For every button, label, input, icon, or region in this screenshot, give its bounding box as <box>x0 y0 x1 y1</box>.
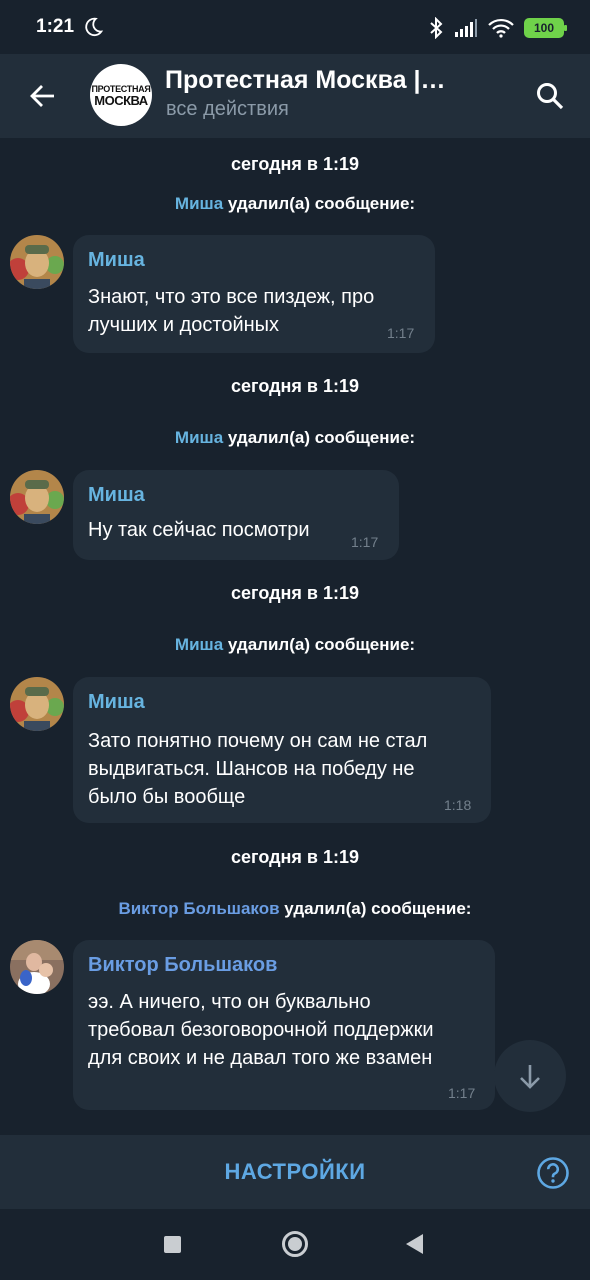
action-text: удалил(а) сообщение: <box>284 899 472 918</box>
avatar[interactable] <box>10 235 64 289</box>
message-text: Знают, что это все пиздеж, про лучших и … <box>88 286 375 336</box>
action-actor[interactable]: Виктор Большаков <box>119 899 280 918</box>
action-text: удалил(а) сообщение: <box>227 635 416 654</box>
admin-log-list[interactable]: сегодня в 1:19 Миша удалил(а) сообщение:… <box>0 138 590 1134</box>
date-label: сегодня в 1:19 <box>231 847 359 867</box>
action-actor[interactable]: Миша <box>175 635 223 654</box>
channel-avatar[interactable]: ПРОТЕСТНАЯ МОСКВА <box>90 64 152 126</box>
system-back-button[interactable] <box>406 1234 423 1254</box>
chat-header: ПРОТЕСТНАЯ МОСКВА Протестная Москва |… в… <box>0 54 590 138</box>
avatar[interactable] <box>10 940 64 994</box>
channel-title[interactable]: Протестная Москва |… <box>165 66 485 95</box>
status-bar: 1:21 100 <box>0 0 590 54</box>
channel-subtitle: все действия <box>166 98 289 120</box>
arrow-left-icon <box>30 85 54 107</box>
message-time: 1:17 <box>448 1085 476 1101</box>
message-text: Зато понятно почему он сам не стал выдви… <box>88 730 428 808</box>
action-text: удалил(а) сообщение: <box>227 428 416 447</box>
action-line: Миша удалил(а) сообщение: <box>0 428 590 448</box>
action-line: Миша удалил(а) сообщение: <box>0 194 590 214</box>
action-line: Виктор Большаков удалил(а) сообщение: <box>0 899 590 919</box>
message-sender[interactable]: Виктор Большаков <box>88 954 277 977</box>
bottom-bar: НАСТРОЙКИ <box>0 1135 590 1209</box>
message-sender[interactable]: Миша <box>88 484 145 507</box>
avatar-logo-line2: МОСКВА <box>94 92 148 108</box>
message-sender[interactable]: Миша <box>88 249 145 272</box>
message-bubble[interactable]: Миша Ну так сейчас посмотри 1:17 <box>73 470 399 560</box>
avatar[interactable] <box>10 677 64 731</box>
help-icon[interactable] <box>536 1156 570 1190</box>
action-line: Миша удалил(а) сообщение: <box>0 635 590 655</box>
message-sender[interactable]: Миша <box>88 691 145 714</box>
back-button[interactable] <box>22 76 62 116</box>
signal-icon <box>455 19 477 37</box>
message-text: ээ. А ничего, что он буквально требовал … <box>88 991 434 1069</box>
system-nav-bar <box>0 1209 590 1280</box>
message-bubble[interactable]: Миша Зато понятно почему он сам не стал … <box>73 677 491 823</box>
avatar[interactable] <box>10 470 64 524</box>
message-time: 1:17 <box>351 534 379 550</box>
status-time: 1:21 <box>36 16 75 37</box>
search-icon <box>537 83 564 110</box>
moon-icon <box>85 17 104 37</box>
search-button[interactable] <box>530 76 570 116</box>
settings-button[interactable]: НАСТРОЙКИ <box>0 1159 590 1185</box>
bluetooth-icon <box>430 17 443 39</box>
date-label: сегодня в 1:19 <box>231 154 359 174</box>
battery-icon: 100 <box>524 18 567 38</box>
arrow-down-icon <box>520 1065 540 1089</box>
action-text: удалил(а) сообщение: <box>227 194 416 213</box>
wifi-icon <box>488 18 514 38</box>
message-bubble[interactable]: Виктор Большаков ээ. А ничего, что он бу… <box>73 940 495 1110</box>
message-bubble[interactable]: Миша Знают, что это все пиздеж, про лучш… <box>73 235 435 353</box>
message-text: Ну так сейчас посмотри <box>88 519 310 541</box>
home-button[interactable] <box>282 1231 308 1257</box>
action-actor[interactable]: Миша <box>175 194 223 213</box>
date-label: сегодня в 1:19 <box>231 583 359 603</box>
action-actor[interactable]: Миша <box>175 428 223 447</box>
avatar-logo-line1: ПРОТЕСТНАЯ <box>91 83 151 94</box>
message-time: 1:18 <box>444 797 472 813</box>
message-time: 1:17 <box>387 325 415 341</box>
status-icons: 100 <box>428 16 567 40</box>
date-label: сегодня в 1:19 <box>231 376 359 396</box>
scroll-down-button[interactable] <box>494 1040 566 1112</box>
recents-button[interactable] <box>164 1236 181 1253</box>
